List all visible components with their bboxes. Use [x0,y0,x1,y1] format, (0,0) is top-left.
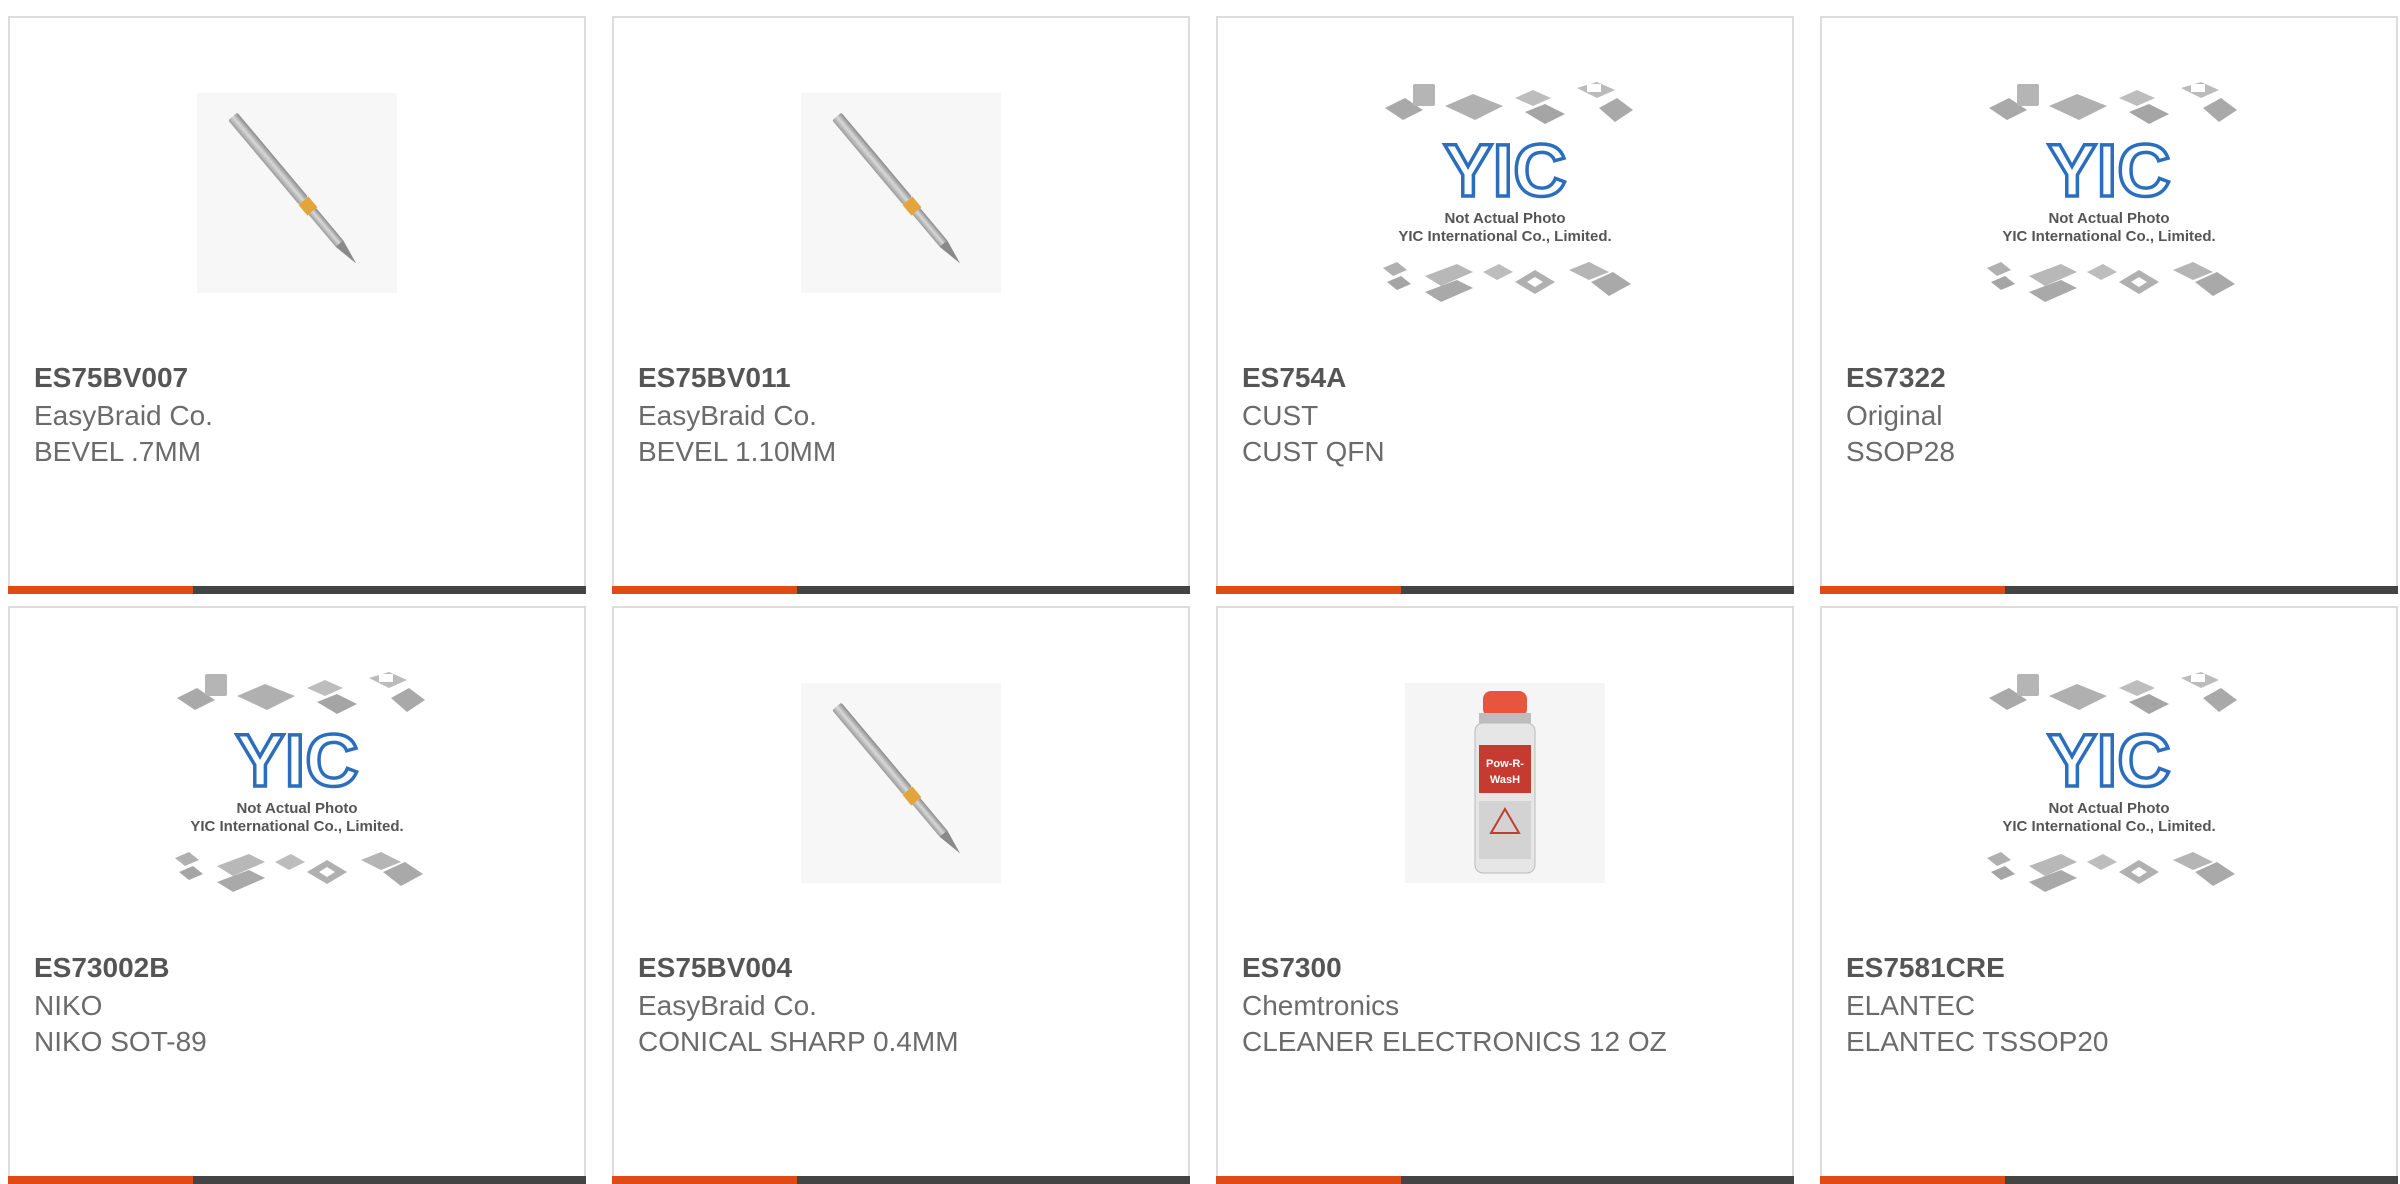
product-info: ES75BV004 EasyBraid Co. CONICAL SHARP 0.4M… [638,948,1164,1060]
svg-text:Pow-R-: Pow-R- [1486,758,1524,770]
soldering-tip-icon [801,683,1001,883]
card-accent-fill [8,586,193,594]
svg-text:WasH: WasH [1490,774,1520,786]
part-number[interactable]: ES754A [1242,358,1768,398]
product-image[interactable]: YIC Not Actual Photo YIC International C… [1218,18,1792,368]
svg-text:YIC International Co., Limited: YIC International Co., Limited. [2002,228,2215,245]
part-number[interactable]: ES7300 [1242,948,1768,988]
part-number[interactable]: ES75BV011 [638,358,1164,398]
card-accent-fill [8,1176,193,1184]
description: NIKO SOT-89 [34,1026,207,1057]
product-image[interactable]: YIC Not Actual Photo YIC International C… [10,608,584,958]
part-number[interactable]: ES73002B [34,948,560,988]
svg-text:YIC: YIC [2047,129,2170,212]
soldering-tip-icon [197,93,397,293]
part-number[interactable]: ES7581CRE [1846,948,2372,988]
svg-text:YIC: YIC [235,719,358,802]
manufacturer: NIKO [34,990,103,1021]
manufacturer: EasyBraid Co. [638,990,817,1021]
product-image[interactable]: YIC Not Actual Photo YIC International C… [1822,608,2396,958]
product-info: ES73002B NIKO NIKO SOT-89 [34,948,560,1060]
placeholder-photo: YIC Not Actual Photo YIC International C… [1987,672,2237,892]
svg-text:Not Actual Photo: Not Actual Photo [2048,800,2169,817]
svg-text:YIC International Co., Limited: YIC International Co., Limited. [1398,228,1611,245]
part-number[interactable]: ES75BV004 [638,948,1164,988]
description: ELANTEC TSSOP20 [1846,1026,2109,1057]
product-card[interactable]: Pow-R- WasH ES7300 Chemtronics CLEANER ELE… [1216,606,1794,1184]
card-accent-bar [1216,586,1794,594]
card-accent-bar [8,1176,586,1184]
description: CUST QFN [1242,436,1385,467]
description: SSOP28 [1846,436,1955,467]
placeholder-photo: YIC Not Actual Photo YIC International C… [175,672,425,892]
product-info: ES75BV011 EasyBraid Co. BEVEL 1.10MM [638,358,1164,470]
product-card[interactable]: YIC Not Actual Photo YIC International C… [8,606,586,1184]
card-accent-fill [612,1176,797,1184]
card-accent-bar [612,1176,1190,1184]
placeholder-photo: YIC Not Actual Photo YIC International C… [1383,82,1633,302]
product-card[interactable]: YIC Not Actual Photo YIC International C… [1820,606,2398,1184]
card-accent-fill [1216,586,1401,594]
product-card[interactable]: ES75BV004 EasyBraid Co. CONICAL SHARP 0.4M… [612,606,1190,1184]
product-image[interactable]: YIC Not Actual Photo YIC International C… [1822,18,2396,368]
description: BEVEL .7MM [34,436,202,467]
svg-text:YIC International Co., Limited: YIC International Co., Limited. [190,818,403,835]
card-accent-bar [1820,1176,2398,1184]
manufacturer: CUST [1242,400,1319,431]
product-card[interactable]: YIC Not Actual Photo YIC International C… [1820,16,2398,594]
placeholder-photo: YIC Not Actual Photo YIC International C… [1987,82,2237,302]
part-number[interactable]: ES75BV007 [34,358,560,398]
product-info: ES7322 Original SSOP28 [1846,358,2372,470]
card-accent-fill [1216,1176,1401,1184]
product-card[interactable]: ES75BV011 EasyBraid Co. BEVEL 1.10MM [612,16,1190,594]
soldering-tip-icon [801,93,1001,293]
product-image[interactable] [614,608,1188,958]
svg-text:Not Actual Photo: Not Actual Photo [2048,210,2169,227]
spray-can-icon: Pow-R- WasH [1405,683,1605,883]
svg-text:YIC: YIC [2047,719,2170,802]
card-accent-fill [1820,1176,2005,1184]
manufacturer: Chemtronics [1242,990,1400,1021]
product-info: ES7581CRE ELANTEC ELANTEC TSSOP20 [1846,948,2372,1060]
card-accent-fill [1820,586,2005,594]
product-grid: ES75BV007 EasyBraid Co. BEVEL .7MM ES75BV0… [0,0,2400,1184]
description: CONICAL SHARP 0.4MM [638,1026,959,1057]
card-accent-bar [1820,586,2398,594]
manufacturer: EasyBraid Co. [34,400,213,431]
product-info: ES75BV007 EasyBraid Co. BEVEL .7MM [34,358,560,470]
product-info: ES7300 Chemtronics CLEANER ELECTRONICS 12 … [1242,948,1768,1060]
product-image[interactable] [10,18,584,368]
product-card[interactable]: YIC Not Actual Photo YIC International C… [1216,16,1794,594]
card-accent-bar [612,586,1190,594]
svg-text:Not Actual Photo: Not Actual Photo [236,800,357,817]
part-number[interactable]: ES7322 [1846,358,2372,398]
svg-text:Not Actual Photo: Not Actual Photo [1444,210,1565,227]
card-accent-fill [612,586,797,594]
svg-text:YIC International Co., Limited: YIC International Co., Limited. [2002,818,2215,835]
product-info: ES754A CUST CUST QFN [1242,358,1768,470]
description: BEVEL 1.10MM [638,436,837,467]
product-image[interactable] [614,18,1188,368]
product-card[interactable]: ES75BV007 EasyBraid Co. BEVEL .7MM [8,16,586,594]
card-accent-bar [1216,1176,1794,1184]
product-image[interactable]: Pow-R- WasH [1218,608,1792,958]
card-accent-bar [8,586,586,594]
manufacturer: ELANTEC [1846,990,1976,1021]
svg-text:YIC: YIC [1443,129,1566,212]
description: CLEANER ELECTRONICS 12 OZ [1242,1026,1667,1057]
manufacturer: Original [1846,400,1943,431]
manufacturer: EasyBraid Co. [638,400,817,431]
